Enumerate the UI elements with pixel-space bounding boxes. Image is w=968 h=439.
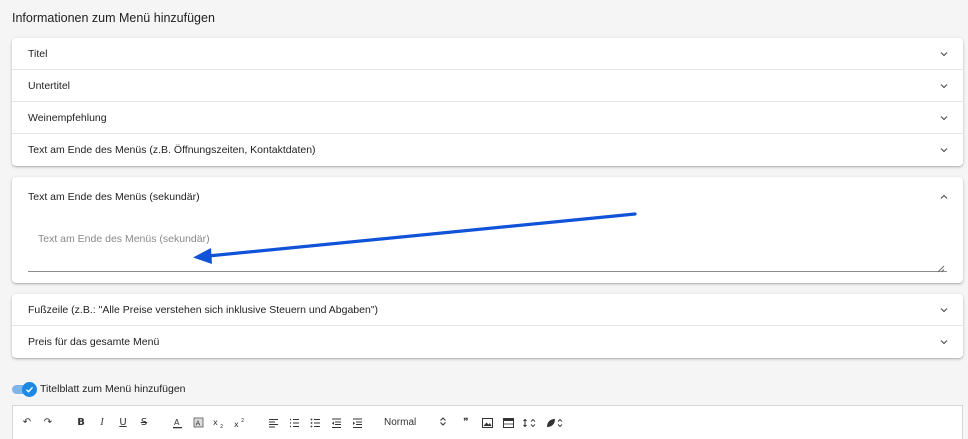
section-title: Informationen zum Menü hinzufügen (12, 11, 215, 25)
panel-label: Preis für das gesamte Menü (28, 336, 160, 348)
rich-text-toolbar: ↶ ↷ B I U S A A x2 x2 Normal ❞ (12, 405, 963, 439)
panel-label: Text am Ende des Menüs (z.B. Öffnungszei… (28, 144, 316, 156)
undo-button[interactable]: ↶ (21, 415, 33, 431)
select-arrows-icon (440, 416, 446, 429)
panel-titel[interactable]: Titel (12, 38, 963, 70)
menu-info-panels-top: Titel Untertitel Weinempfehlung Text am … (12, 38, 963, 166)
chevron-down-icon (939, 145, 949, 155)
special-char-icon[interactable] (523, 415, 537, 431)
panel-weinempfehlung[interactable]: Weinempfehlung (12, 102, 963, 134)
panel-label: Weinempfehlung (28, 111, 107, 124)
chevron-up-icon (939, 192, 949, 202)
panel-label: Fußzeile (z.B.: "Alle Preise verstehen s… (28, 303, 379, 316)
toggle-label: Titelblatt zum Menü hinzufügen (40, 383, 186, 395)
indent-icon[interactable] (351, 415, 363, 431)
panel-untertitel[interactable]: Untertitel (12, 70, 963, 102)
svg-text:A: A (174, 418, 180, 427)
panel-text-ende-sekundaer-header[interactable]: Text am Ende des Menüs (sekundär) (12, 177, 963, 217)
ordered-list-icon[interactable] (288, 415, 300, 431)
chevron-down-icon (939, 49, 949, 59)
panel-preis-gesamt[interactable]: Preis für das gesamte Menü (12, 326, 963, 358)
panel-label: Untertitel (28, 79, 71, 92)
menu-info-panels-bottom: Fußzeile (z.B.: "Alle Preise verstehen s… (12, 294, 963, 358)
outdent-icon[interactable] (330, 415, 342, 431)
bold-button[interactable]: B (75, 415, 87, 431)
underline-button[interactable]: U (117, 415, 129, 431)
titelblatt-toggle[interactable] (12, 382, 37, 397)
image-icon[interactable] (481, 415, 493, 431)
svg-text:x: x (213, 418, 218, 427)
format-select[interactable]: Normal (384, 416, 446, 429)
chevron-down-icon (939, 305, 949, 315)
background-color-icon[interactable]: A (192, 415, 204, 431)
superscript-icon[interactable]: x2 (234, 415, 246, 431)
unordered-list-icon[interactable] (309, 415, 321, 431)
panel-text-ende[interactable]: Text am Ende des Menüs (z.B. Öffnungszei… (12, 134, 963, 166)
panel-fusszeile[interactable]: Fußzeile (z.B.: "Alle Preise verstehen s… (12, 294, 963, 326)
panel-label: Titel (28, 47, 48, 60)
leaf-icon[interactable] (546, 415, 564, 431)
svg-text:2: 2 (241, 418, 244, 424)
subscript-icon[interactable]: x2 (213, 415, 225, 431)
panel-text-ende-sekundaer: Text am Ende des Menüs (sekundär) (12, 177, 963, 283)
svg-text:2: 2 (220, 424, 223, 429)
chevron-down-icon (939, 337, 949, 347)
align-left-icon[interactable] (267, 415, 279, 431)
italic-button[interactable]: I (96, 415, 108, 431)
chevron-down-icon (939, 113, 949, 123)
svg-text:A: A (195, 419, 200, 427)
chevron-down-icon (939, 81, 949, 91)
resize-handle-icon[interactable] (937, 260, 945, 273)
table-icon[interactable] (502, 415, 514, 431)
svg-text:x: x (234, 420, 239, 429)
panel-label: Text am Ende des Menüs (sekundär) (28, 191, 200, 203)
text-color-icon[interactable]: A (171, 415, 183, 431)
format-select-value: Normal (384, 417, 417, 428)
text-ende-sekundaer-textarea[interactable] (28, 225, 947, 271)
redo-button[interactable]: ↷ (42, 415, 54, 431)
strikethrough-button[interactable]: S (138, 415, 150, 431)
titelblatt-toggle-row: Titelblatt zum Menü hinzufügen (12, 382, 186, 397)
text-ende-sekundaer-field (28, 225, 947, 273)
blockquote-button[interactable]: ❞ (460, 415, 472, 431)
check-icon (22, 382, 37, 397)
